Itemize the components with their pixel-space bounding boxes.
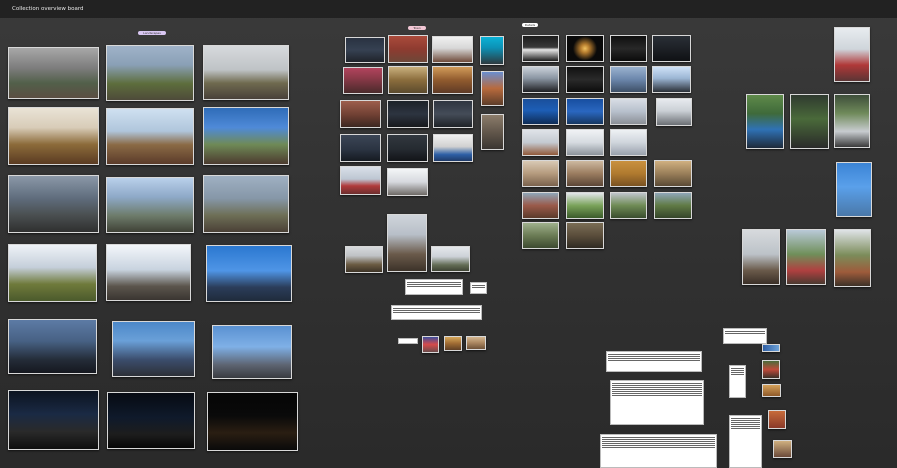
photo-thumbnail[interactable] <box>444 336 462 351</box>
photo-thumbnail[interactable] <box>106 108 194 165</box>
top-bar: Collection overview board <box>0 0 897 18</box>
photo-thumbnail[interactable] <box>610 192 647 219</box>
text-note[interactable] <box>391 305 482 320</box>
photo-thumbnail[interactable] <box>106 244 191 301</box>
photo-thumbnail[interactable] <box>522 129 559 156</box>
photo-thumbnail[interactable] <box>387 100 429 128</box>
photo-thumbnail[interactable] <box>834 229 871 287</box>
label-town[interactable]: Town <box>408 26 426 30</box>
photo-thumbnail[interactable] <box>652 66 691 93</box>
photo-thumbnail[interactable] <box>566 160 604 187</box>
photo-thumbnail[interactable] <box>340 100 381 128</box>
photo-thumbnail[interactable] <box>203 107 289 165</box>
photo-thumbnail[interactable] <box>762 360 780 379</box>
photo-thumbnail[interactable] <box>481 71 504 106</box>
photo-thumbnail[interactable] <box>432 36 473 63</box>
text-note[interactable] <box>729 365 746 398</box>
photo-thumbnail[interactable] <box>566 192 604 219</box>
photo-thumbnail[interactable] <box>786 229 826 285</box>
photo-thumbnail[interactable] <box>422 336 439 353</box>
label-landscapes[interactable]: Landscapes <box>138 31 166 35</box>
photo-thumbnail[interactable] <box>212 325 292 379</box>
text-note[interactable] <box>723 328 767 344</box>
photo-thumbnail[interactable] <box>522 222 559 249</box>
text-note[interactable] <box>606 351 702 372</box>
photo-thumbnail[interactable] <box>388 35 428 63</box>
photo-thumbnail[interactable] <box>522 192 559 219</box>
photo-thumbnail[interactable] <box>432 66 473 94</box>
photo-thumbnail[interactable] <box>522 66 559 93</box>
photo-thumbnail[interactable] <box>773 440 792 458</box>
photo-thumbnail[interactable] <box>610 35 647 62</box>
photo-thumbnail[interactable] <box>345 246 383 273</box>
photo-thumbnail[interactable] <box>610 160 647 187</box>
photo-thumbnail[interactable] <box>107 392 195 449</box>
photo-thumbnail[interactable] <box>522 35 559 62</box>
photo-thumbnail[interactable] <box>746 94 784 149</box>
photo-thumbnail[interactable] <box>480 36 504 65</box>
photo-thumbnail[interactable] <box>387 214 427 272</box>
photo-thumbnail[interactable] <box>790 94 829 149</box>
photo-thumbnail[interactable] <box>762 384 781 397</box>
photo-thumbnail[interactable] <box>566 129 604 156</box>
label-details[interactable]: Details <box>522 23 538 27</box>
photo-thumbnail[interactable] <box>610 129 647 156</box>
photo-thumbnail[interactable] <box>610 66 647 93</box>
photo-thumbnail[interactable] <box>340 134 381 162</box>
text-note[interactable] <box>470 282 487 294</box>
photo-thumbnail[interactable] <box>762 344 780 352</box>
board-title: Collection overview board <box>12 6 84 12</box>
photo-thumbnail[interactable] <box>345 37 385 63</box>
photo-thumbnail[interactable] <box>652 35 691 62</box>
photo-thumbnail[interactable] <box>8 107 99 165</box>
photo-thumbnail[interactable] <box>387 168 428 196</box>
photo-thumbnail[interactable] <box>343 67 383 94</box>
photo-thumbnail[interactable] <box>522 160 559 187</box>
photo-thumbnail[interactable] <box>654 192 692 219</box>
text-note[interactable] <box>600 434 717 468</box>
photo-thumbnail[interactable] <box>203 45 289 100</box>
photo-thumbnail[interactable] <box>106 45 194 101</box>
photo-thumbnail[interactable] <box>610 98 647 125</box>
text-note[interactable] <box>729 415 762 468</box>
photo-thumbnail[interactable] <box>340 166 381 195</box>
photo-thumbnail[interactable] <box>106 177 194 233</box>
photo-thumbnail[interactable] <box>481 114 504 150</box>
photo-thumbnail[interactable] <box>566 66 604 93</box>
text-note[interactable] <box>405 279 463 295</box>
text-note[interactable] <box>398 338 418 344</box>
photo-thumbnail[interactable] <box>8 244 97 302</box>
photo-thumbnail[interactable] <box>656 98 692 126</box>
photo-thumbnail[interactable] <box>8 390 99 450</box>
photo-thumbnail[interactable] <box>834 94 870 148</box>
photo-thumbnail[interactable] <box>112 321 195 377</box>
photo-thumbnail[interactable] <box>566 98 604 125</box>
photo-thumbnail[interactable] <box>203 175 289 233</box>
photo-thumbnail[interactable] <box>431 246 470 272</box>
photo-thumbnail[interactable] <box>466 336 486 350</box>
photo-thumbnail[interactable] <box>566 35 604 62</box>
photo-thumbnail[interactable] <box>654 160 692 187</box>
photo-thumbnail[interactable] <box>566 222 604 249</box>
photo-thumbnail[interactable] <box>8 47 99 99</box>
photo-thumbnail[interactable] <box>8 175 99 233</box>
photo-thumbnail[interactable] <box>742 229 780 285</box>
photo-thumbnail[interactable] <box>834 27 870 82</box>
text-note[interactable] <box>610 380 704 425</box>
photo-thumbnail[interactable] <box>387 134 428 162</box>
photo-thumbnail[interactable] <box>206 245 292 302</box>
photo-thumbnail[interactable] <box>388 66 428 94</box>
photo-thumbnail[interactable] <box>433 134 473 162</box>
photo-thumbnail[interactable] <box>768 410 786 429</box>
photo-thumbnail[interactable] <box>207 392 298 451</box>
photo-thumbnail[interactable] <box>836 162 872 217</box>
photo-thumbnail[interactable] <box>522 98 559 125</box>
photo-thumbnail[interactable] <box>433 100 473 128</box>
photo-thumbnail[interactable] <box>8 319 97 374</box>
